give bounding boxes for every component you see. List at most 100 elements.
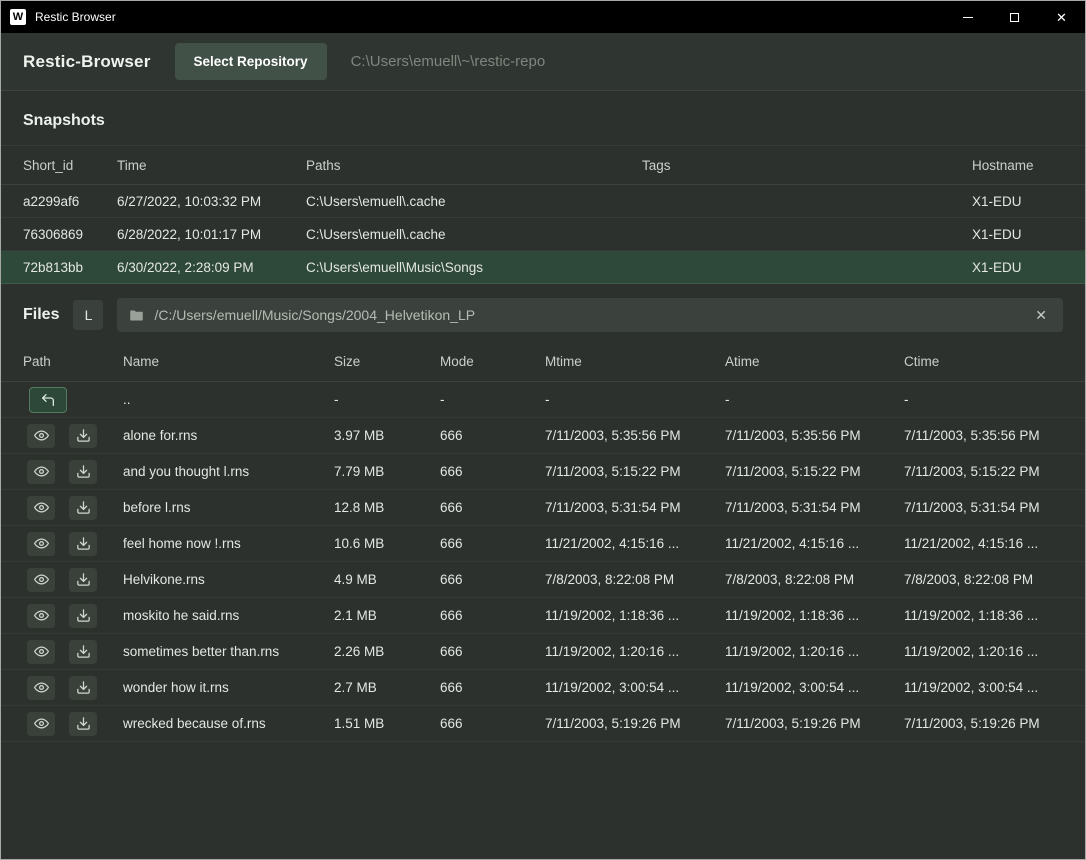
minimize-button[interactable] (944, 1, 991, 33)
file-mtime: 11/19/2002, 1:20:16 ... (545, 644, 725, 659)
file-name: alone for.rns (123, 428, 334, 443)
download-icon (76, 572, 91, 587)
preview-file-button[interactable] (27, 496, 55, 520)
download-file-button[interactable] (69, 604, 97, 628)
files-title: Files (23, 306, 59, 324)
repository-path: C:\Users\emuell\~\restic-repo (351, 53, 546, 70)
file-atime: 11/19/2002, 1:18:36 ... (725, 608, 904, 623)
titlebar: W Restic Browser ✕ (1, 1, 1085, 33)
download-file-button[interactable] (69, 640, 97, 664)
select-repository-button[interactable]: Select Repository (175, 43, 327, 80)
files-path-value: /C:/Users/emuell/Music/Songs/2004_Helvet… (154, 307, 1021, 323)
file-mode: 666 (440, 572, 545, 587)
col-hostname: Hostname (972, 158, 1063, 173)
eye-icon (34, 608, 49, 623)
eye-icon (34, 716, 49, 731)
download-file-button[interactable] (69, 568, 97, 592)
snapshot-short-id: 76306869 (23, 227, 117, 242)
col-atime: Atime (725, 354, 904, 369)
preview-file-button[interactable] (27, 640, 55, 664)
file-name: wonder how it.rns (123, 680, 334, 695)
window-controls: ✕ (944, 1, 1085, 33)
file-atime: 7/11/2003, 5:19:26 PM (725, 716, 904, 731)
maximize-button[interactable] (991, 1, 1038, 33)
snapshot-hostname: X1-EDU (972, 227, 1063, 242)
snapshot-row[interactable]: 76306869 6/28/2022, 10:01:17 PM C:\Users… (1, 218, 1085, 251)
file-row: wonder how it.rns 2.7 MB 666 11/19/2002,… (1, 670, 1085, 706)
file-size: 2.7 MB (334, 680, 440, 695)
file-row: feel home now !.rns 10.6 MB 666 11/21/20… (1, 526, 1085, 562)
file-atime: - (725, 392, 904, 407)
download-icon (76, 428, 91, 443)
file-mtime: 11/19/2002, 3:00:54 ... (545, 680, 725, 695)
snapshot-time: 6/30/2022, 2:28:09 PM (117, 260, 306, 275)
snapshot-time: 6/27/2022, 10:03:32 PM (117, 194, 306, 209)
header: Restic-Browser Select Repository C:\User… (1, 33, 1085, 91)
download-file-button[interactable] (69, 496, 97, 520)
file-mtime: 7/11/2003, 5:19:26 PM (545, 716, 725, 731)
file-mode: 666 (440, 464, 545, 479)
snapshots-header-row: Short_id Time Paths Tags Hostname (1, 145, 1085, 185)
preview-file-button[interactable] (27, 712, 55, 736)
file-mode: - (440, 392, 545, 407)
download-icon (76, 536, 91, 551)
preview-file-button[interactable] (27, 460, 55, 484)
download-file-button[interactable] (69, 532, 97, 556)
snapshot-row-selected[interactable]: 72b813bb 6/30/2022, 2:28:09 PM C:\Users\… (1, 251, 1085, 284)
file-mode: 666 (440, 536, 545, 551)
file-mtime: - (545, 392, 725, 407)
download-file-button[interactable] (69, 712, 97, 736)
file-name: Helvikone.rns (123, 572, 334, 587)
preview-file-button[interactable] (27, 604, 55, 628)
file-size: - (334, 392, 440, 407)
file-ctime: - (904, 392, 1063, 407)
file-ctime: 11/21/2002, 4:15:16 ... (904, 536, 1063, 551)
file-row: before l.rns 12.8 MB 666 7/11/2003, 5:31… (1, 490, 1085, 526)
folder-icon (129, 308, 144, 323)
snapshot-hostname: X1-EDU (972, 260, 1063, 275)
file-row: and you thought l.rns 7.79 MB 666 7/11/2… (1, 454, 1085, 490)
download-file-button[interactable] (69, 424, 97, 448)
file-atime: 7/11/2003, 5:31:54 PM (725, 500, 904, 515)
eye-icon (34, 680, 49, 695)
file-ctime: 7/11/2003, 5:19:26 PM (904, 716, 1063, 731)
go-up-button[interactable] (29, 387, 67, 413)
snapshot-paths: C:\Users\emuell\.cache (306, 194, 642, 209)
app-name: Restic-Browser (23, 52, 151, 72)
file-name: wrecked because of.rns (123, 716, 334, 731)
col-size: Size (334, 354, 440, 369)
col-mtime: Mtime (545, 354, 725, 369)
file-ctime: 7/11/2003, 5:15:22 PM (904, 464, 1063, 479)
file-mtime: 11/21/2002, 4:15:16 ... (545, 536, 725, 551)
col-paths: Paths (306, 158, 642, 173)
preview-file-button[interactable] (27, 424, 55, 448)
file-row: moskito he said.rns 2.1 MB 666 11/19/200… (1, 598, 1085, 634)
return-arrow-icon (40, 392, 56, 408)
files-path-input[interactable]: /C:/Users/emuell/Music/Songs/2004_Helvet… (117, 298, 1063, 332)
clear-path-icon[interactable]: ✕ (1031, 304, 1051, 326)
file-atime: 7/11/2003, 5:35:56 PM (725, 428, 904, 443)
preview-file-button[interactable] (27, 568, 55, 592)
close-button[interactable]: ✕ (1038, 1, 1085, 33)
minimize-icon (963, 17, 973, 18)
snapshot-short-id: a2299af6 (23, 194, 117, 209)
file-mode: 666 (440, 428, 545, 443)
download-icon (76, 680, 91, 695)
download-file-button[interactable] (69, 676, 97, 700)
preview-file-button[interactable] (27, 676, 55, 700)
col-tags: Tags (642, 158, 972, 173)
col-ctime: Ctime (904, 354, 1063, 369)
file-size: 2.1 MB (334, 608, 440, 623)
file-mtime: 7/11/2003, 5:31:54 PM (545, 500, 725, 515)
file-size: 1.51 MB (334, 716, 440, 731)
files-list-mode-button[interactable]: L (73, 300, 103, 330)
download-file-button[interactable] (69, 460, 97, 484)
file-atime: 11/19/2002, 1:20:16 ... (725, 644, 904, 659)
preview-file-button[interactable] (27, 532, 55, 556)
file-size: 10.6 MB (334, 536, 440, 551)
file-row: wrecked because of.rns 1.51 MB 666 7/11/… (1, 706, 1085, 742)
eye-icon (34, 572, 49, 587)
file-name: sometimes better than.rns (123, 644, 334, 659)
snapshot-row[interactable]: a2299af6 6/27/2022, 10:03:32 PM C:\Users… (1, 185, 1085, 218)
file-mode: 666 (440, 716, 545, 731)
